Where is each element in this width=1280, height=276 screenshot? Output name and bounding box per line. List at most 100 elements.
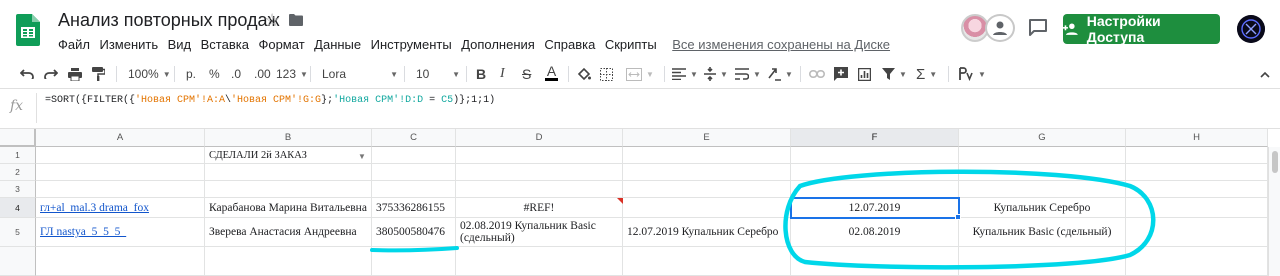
column-header-f[interactable]: F bbox=[791, 129, 959, 147]
more-formats-select[interactable]: 123 ▼ bbox=[276, 64, 308, 84]
strikethrough-button[interactable]: S bbox=[522, 64, 531, 84]
percent-format-button[interactable]: % bbox=[209, 64, 220, 84]
text-color-button[interactable]: A bbox=[545, 64, 558, 84]
save-status-link[interactable]: Все изменения сохранены на Диске bbox=[672, 37, 890, 52]
input-tools-icon[interactable]: ▼ bbox=[958, 64, 986, 84]
insert-link-icon[interactable] bbox=[809, 64, 825, 84]
account-avatar[interactable] bbox=[1237, 15, 1265, 43]
redo-icon[interactable] bbox=[44, 64, 58, 84]
text-wrap-icon[interactable]: ▼ bbox=[735, 64, 761, 84]
row-header-1[interactable]: 1 bbox=[0, 147, 36, 164]
formula-input[interactable]: =SORT({FILTER({'Новая CPM'!A:A\'Новая CP… bbox=[45, 95, 495, 106]
empty-cell[interactable] bbox=[1126, 247, 1268, 276]
menu-data[interactable]: Данные bbox=[314, 37, 361, 52]
cell-h5[interactable] bbox=[1126, 218, 1268, 247]
menu-help[interactable]: Справка bbox=[544, 37, 595, 52]
empty-cell[interactable] bbox=[372, 147, 456, 164]
empty-cell[interactable] bbox=[205, 181, 372, 198]
empty-cell[interactable] bbox=[959, 147, 1126, 164]
cell-c4[interactable]: 375336286155 bbox=[372, 198, 456, 218]
menu-scripts[interactable]: Скрипты bbox=[605, 37, 657, 52]
functions-button[interactable]: Σ ▼ bbox=[916, 64, 937, 84]
empty-cell[interactable] bbox=[1126, 164, 1268, 181]
print-icon[interactable] bbox=[68, 64, 82, 84]
empty-cell[interactable] bbox=[791, 147, 959, 164]
empty-cell[interactable] bbox=[623, 164, 791, 181]
dropdown-arrow-icon[interactable]: ▼ bbox=[358, 152, 366, 161]
cell-b1[interactable]: СДЕЛАЛИ 2й ЗАКАЗ bbox=[205, 147, 372, 164]
collaborator-avatar-2[interactable] bbox=[985, 14, 1015, 42]
column-header-h[interactable]: H bbox=[1126, 129, 1268, 147]
row-header-3[interactable]: 3 bbox=[0, 181, 36, 198]
menu-file[interactable]: Файл bbox=[58, 37, 90, 52]
empty-cell[interactable] bbox=[456, 147, 623, 164]
empty-cell[interactable] bbox=[36, 147, 205, 164]
empty-cell[interactable] bbox=[791, 164, 959, 181]
empty-cell[interactable] bbox=[623, 147, 791, 164]
empty-cell[interactable] bbox=[623, 181, 791, 198]
empty-cell[interactable] bbox=[456, 247, 623, 276]
empty-cell[interactable] bbox=[791, 247, 959, 276]
empty-cell[interactable] bbox=[1126, 181, 1268, 198]
empty-cell[interactable] bbox=[205, 164, 372, 181]
column-header-g[interactable]: G bbox=[959, 129, 1126, 147]
fill-color-icon[interactable] bbox=[577, 64, 591, 84]
cell-h4[interactable] bbox=[1126, 198, 1268, 218]
cell-a5[interactable]: ГЛ nastya_5_5_5_ bbox=[36, 218, 205, 247]
menu-tools[interactable]: Инструменты bbox=[371, 37, 452, 52]
cell-f4[interactable]: 12.07.2019 bbox=[790, 197, 960, 219]
cell-a4[interactable]: гл+al_mal.3 drama_fox bbox=[36, 198, 205, 218]
vertical-scrollbar[interactable] bbox=[1268, 147, 1280, 276]
empty-cell[interactable] bbox=[959, 164, 1126, 181]
menu-format[interactable]: Формат bbox=[258, 37, 304, 52]
filter-icon[interactable]: ▼ bbox=[882, 64, 907, 84]
sheets-logo-icon[interactable] bbox=[16, 14, 40, 46]
cell-e4[interactable] bbox=[623, 198, 791, 218]
increase-decimal-button[interactable]: .00 bbox=[254, 64, 271, 84]
row-header-6[interactable] bbox=[0, 247, 36, 276]
menu-insert[interactable]: Вставка bbox=[201, 37, 249, 52]
column-header-b[interactable]: B bbox=[205, 129, 372, 147]
cell-f5[interactable]: 02.08.2019 bbox=[791, 218, 959, 247]
comment-icon[interactable] bbox=[1029, 19, 1047, 36]
vertical-align-icon[interactable]: ▼ bbox=[704, 64, 728, 84]
cell-e5[interactable]: 12.07.2019 Купальник Серебро bbox=[623, 218, 791, 247]
paint-format-icon[interactable] bbox=[92, 64, 105, 84]
cell-c5[interactable]: 380500580476 bbox=[372, 218, 456, 247]
collapse-toolbar-icon[interactable] bbox=[1260, 64, 1270, 84]
empty-cell[interactable] bbox=[959, 181, 1126, 198]
bold-button[interactable]: B bbox=[476, 64, 486, 84]
menu-edit[interactable]: Изменить bbox=[99, 37, 158, 52]
row-header-2[interactable]: 2 bbox=[0, 164, 36, 181]
empty-cell[interactable] bbox=[205, 247, 372, 276]
font-size-select[interactable]: 10 ▼ bbox=[416, 64, 460, 84]
empty-cell[interactable] bbox=[959, 247, 1126, 276]
column-header-d[interactable]: D bbox=[456, 129, 623, 147]
empty-cell[interactable] bbox=[372, 181, 456, 198]
empty-cell[interactable] bbox=[36, 181, 205, 198]
column-header-c[interactable]: C bbox=[372, 129, 456, 147]
cell-b4[interactable]: Карабанова Марина Витальевна bbox=[205, 198, 372, 218]
empty-cell[interactable] bbox=[1126, 147, 1268, 164]
menu-addons[interactable]: Дополнения bbox=[461, 37, 535, 52]
decrease-decimal-button[interactable]: .0 bbox=[231, 64, 241, 84]
cell-d4[interactable]: #REF! bbox=[456, 198, 623, 218]
insert-comment-icon[interactable] bbox=[834, 64, 848, 84]
document-title[interactable]: Анализ повторных продаж bbox=[58, 10, 280, 31]
insert-chart-icon[interactable] bbox=[858, 64, 871, 84]
cell-b5[interactable]: Зверева Анастасия Андреевна bbox=[205, 218, 372, 247]
empty-cell[interactable] bbox=[36, 247, 205, 276]
empty-cell[interactable] bbox=[456, 164, 623, 181]
borders-icon[interactable] bbox=[600, 64, 613, 84]
currency-format-button[interactable]: р. bbox=[186, 64, 196, 84]
undo-icon[interactable] bbox=[20, 64, 34, 84]
folder-icon[interactable] bbox=[289, 14, 303, 26]
horizontal-align-icon[interactable]: ▼ bbox=[672, 64, 698, 84]
row-header-5[interactable]: 5 bbox=[0, 218, 36, 247]
empty-cell[interactable] bbox=[623, 247, 791, 276]
row-header-4[interactable]: 4 bbox=[0, 198, 36, 218]
merge-cells-icon[interactable]: ▼ bbox=[626, 64, 654, 84]
menu-view[interactable]: Вид bbox=[168, 37, 192, 52]
fill-handle[interactable] bbox=[955, 214, 961, 220]
empty-cell[interactable] bbox=[456, 181, 623, 198]
